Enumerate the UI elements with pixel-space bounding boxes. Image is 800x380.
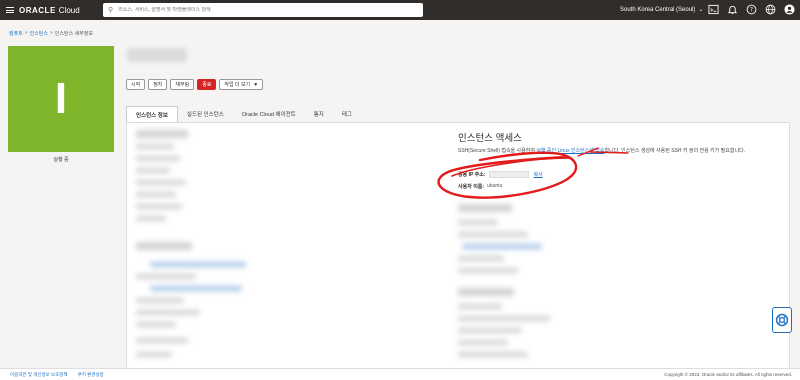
more-actions-button[interactable]: 작업 더 보기 ▼ (219, 79, 264, 90)
chevron-down-icon: ⌄ (698, 7, 704, 13)
breadcrumb: 컴퓨트 » 인스턴스 » 인스턴스 세부정보 (9, 30, 93, 37)
status-letter: I (54, 74, 68, 123)
redacted-text (136, 298, 184, 303)
instance-status-tile: I (8, 46, 114, 152)
redacted-text (458, 316, 550, 321)
redacted-link (150, 286, 242, 291)
caret-down-icon: ▼ (253, 81, 259, 88)
brand-oracle: ORACLE (19, 5, 56, 15)
top-bar: ORACLE Cloud ⚲ South Korea Central (Seou… (0, 0, 800, 20)
public-ip-row: 공용 IP 주소: 복사 (458, 171, 543, 178)
public-ip-value-redacted (489, 171, 530, 178)
username-label: 사용자 이름: (458, 184, 485, 190)
connect-linux-link[interactable]: 실행 중인 Linux 인스턴스에 접속 (536, 148, 604, 154)
tab-shielded-instance[interactable]: 실드된 인스턴스 (178, 106, 233, 122)
cookie-preferences-link[interactable]: 쿠키 환경설정 (78, 372, 104, 378)
redacted-text (458, 304, 502, 309)
instance-access-title: 인스턴스 액세스 (458, 133, 522, 144)
redacted-text (458, 232, 528, 237)
brand-cloud: Cloud (58, 5, 80, 15)
region-selector[interactable]: South Korea Central (Seoul) ⌄ (620, 6, 704, 14)
lifebuoy-icon (775, 313, 789, 327)
terms-privacy-link[interactable]: 이용약관 및 개인정보 보호정책 (10, 372, 68, 378)
copyright-text: Copyright © 2023, Oracle and/or its affi… (664, 372, 792, 377)
tab-cloud-agent[interactable]: Oracle Cloud 에이전트 (233, 106, 305, 122)
redacted-link (150, 262, 246, 267)
redacted-text (458, 288, 514, 296)
start-button[interactable]: 시작 (126, 79, 146, 90)
help-icon[interactable]: ? (745, 3, 758, 16)
instance-info-panel (126, 122, 790, 370)
tab-instance-info[interactable]: 인스턴스 정보 (126, 106, 178, 122)
public-ip-label: 공용 IP 주소: (458, 172, 486, 178)
redacted-text (136, 180, 186, 185)
action-bar: 시작 정지 재부팅 종료 작업 더 보기 ▼ (126, 79, 264, 90)
redacted-text (136, 156, 180, 161)
code-editor-icon[interactable] (707, 3, 720, 16)
help-floating-button[interactable] (772, 307, 792, 333)
status-label: 실행 중 (53, 157, 69, 163)
search-icon: ⚲ (108, 7, 114, 14)
footer: 이용약관 및 개인정보 보호정책 쿠키 환경설정 Copyright © 202… (0, 368, 800, 380)
search-input[interactable] (118, 7, 409, 13)
redacted-text (136, 352, 172, 357)
redacted-text (136, 322, 176, 327)
redacted-link (462, 244, 542, 249)
username-value: ubuntu (487, 183, 503, 189)
access-desc-suffix: 합니다. 인스턴스 생성에 사용된 SSH 키 쌍의 전용 키가 필요합니다. (604, 148, 746, 154)
redacted-text (136, 144, 174, 149)
redacted-text (458, 352, 528, 357)
redacted-text (136, 274, 196, 279)
menu-icon[interactable] (6, 7, 14, 13)
instance-access-description: SSH(Secure Shell) 접속을 사용하여 실행 중인 Linux 인… (458, 148, 788, 155)
brand[interactable]: ORACLE Cloud (0, 6, 100, 15)
user-icon[interactable] (783, 3, 796, 16)
redacted-text (458, 220, 498, 225)
redacted-text (458, 340, 508, 345)
stop-button[interactable]: 정지 (148, 79, 168, 90)
page-title-redacted (127, 48, 187, 62)
redacted-text (136, 310, 200, 315)
redacted-text (136, 130, 188, 138)
redacted-text (458, 256, 504, 261)
globe-icon[interactable] (764, 3, 777, 16)
tab-bar: 인스턴스 정보 실드된 인스턴스 Oracle Cloud 에이전트 통지 태그 (126, 106, 361, 122)
redacted-text (458, 268, 518, 273)
breadcrumb-instances[interactable]: 인스턴스 (30, 30, 48, 37)
username-row: 사용자 이름: ubuntu (458, 183, 502, 190)
redacted-text (136, 204, 182, 209)
redacted-text (458, 328, 522, 333)
breadcrumb-separator: » (24, 30, 28, 36)
access-desc-prefix: SSH(Secure Shell) 접속을 사용하여 (458, 148, 537, 154)
breadcrumb-separator: » (50, 30, 53, 36)
terminate-button[interactable]: 종료 (197, 79, 217, 90)
tab-tags[interactable]: 태그 (333, 106, 361, 122)
redacted-text (136, 192, 176, 197)
redacted-text (136, 216, 166, 221)
svg-text:?: ? (750, 7, 753, 14)
redacted-text (136, 168, 170, 173)
region-label: South Korea Central (Seoul) (620, 6, 696, 13)
reboot-button[interactable]: 재부팅 (170, 79, 195, 90)
copy-ip-link[interactable]: 복사 (533, 171, 542, 178)
breadcrumb-compute[interactable]: 컴퓨트 (9, 30, 23, 37)
redacted-text (458, 204, 512, 212)
more-actions-label: 작업 더 보기 (224, 82, 251, 88)
breadcrumb-current: 인스턴스 세부정보 (54, 31, 93, 37)
tab-notifications[interactable]: 통지 (305, 106, 333, 122)
redacted-text (136, 242, 192, 250)
bell-icon[interactable] (726, 3, 739, 16)
search-bar[interactable]: ⚲ (103, 3, 423, 17)
redacted-text (136, 338, 188, 343)
